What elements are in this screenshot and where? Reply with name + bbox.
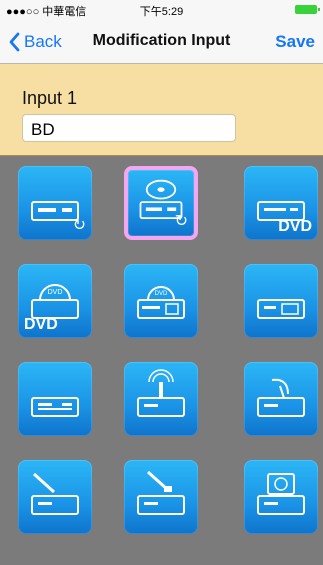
cycle-icon: ↻: [72, 217, 86, 234]
status-time: 下午5:29: [139, 6, 184, 18]
satellite-box-icon[interactable]: [244, 362, 318, 436]
svg-text:DVD: DVD: [48, 289, 63, 296]
navigation-bar: Back Modification Input Save: [0, 20, 323, 64]
app-screen: ●●●○○ 中華電信 下午5:29 Back Modification Inpu…: [0, 0, 323, 565]
status-bar: ●●●○○ 中華電信 下午5:29: [0, 0, 323, 20]
dvd-recorder-icon[interactable]: DVD: [124, 264, 198, 338]
dvd-dome-player-icon[interactable]: DVD DVD: [18, 264, 92, 338]
hard-drive-icon[interactable]: [244, 460, 318, 534]
input-label: Input 1: [22, 88, 78, 108]
ethernet-box-icon[interactable]: [124, 460, 198, 534]
cable-box-icon[interactable]: [18, 460, 92, 534]
device-icon-grid: ↻ ↻ DVD DVD DVD DVD: [0, 156, 323, 565]
set-top-box-icon[interactable]: [18, 362, 92, 436]
bluray-player-icon[interactable]: ↻: [18, 166, 92, 240]
cycle-icon: ↻: [174, 213, 188, 230]
bluray-disc-player-icon[interactable]: ↻: [124, 166, 198, 240]
save-button[interactable]: Save: [275, 32, 315, 52]
tile-label: DVD: [24, 316, 58, 333]
media-player-icon[interactable]: [244, 264, 318, 338]
dvd-player-icon[interactable]: DVD: [244, 166, 318, 240]
wireless-box-icon[interactable]: [124, 362, 198, 436]
tile-label: DVD: [278, 218, 312, 235]
battery-icon: [295, 5, 320, 14]
svg-text:DVD: DVD: [155, 291, 168, 297]
input-name-field[interactable]: BD: [22, 114, 236, 142]
input-panel: Input 1 BD: [0, 64, 323, 156]
